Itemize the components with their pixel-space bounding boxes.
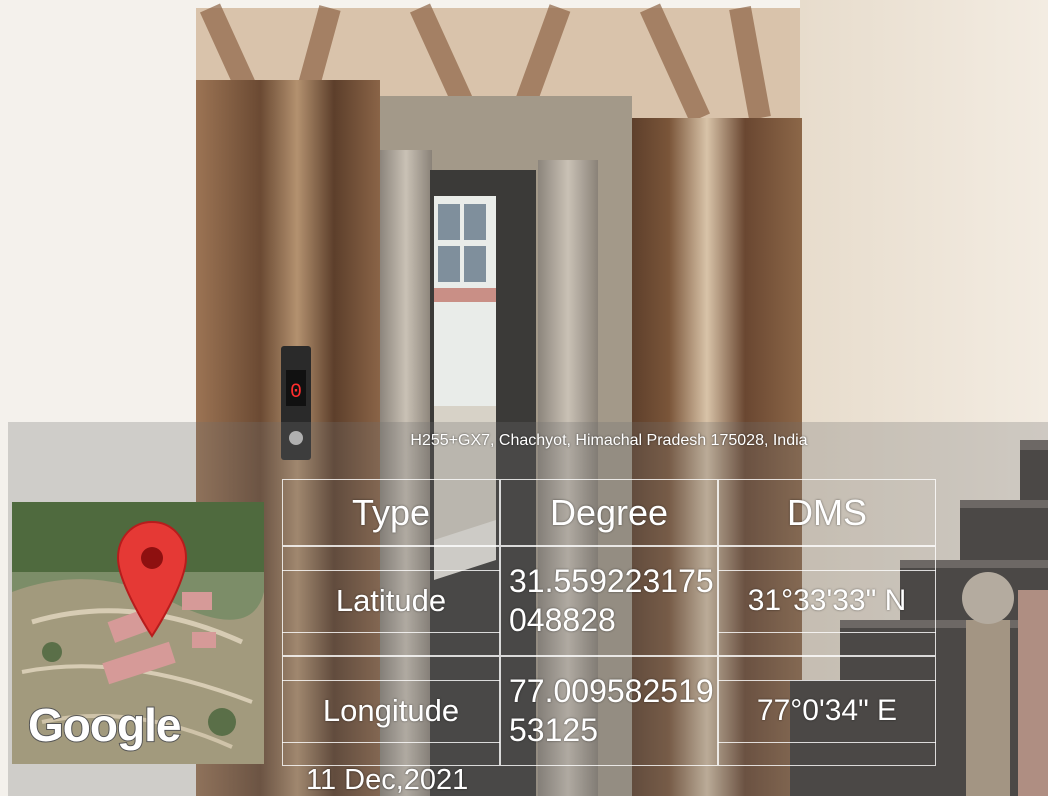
longitude-dms: 77°0'34" E (718, 656, 936, 766)
latitude-label: Latitude (282, 546, 500, 656)
floor-indicator: 0 (290, 381, 302, 404)
google-logo: Google (27, 698, 182, 752)
latitude-degree: 31.559223175048828 (500, 546, 718, 656)
capture-date: 11 Dec,2021 (306, 764, 469, 796)
longitude-label: Longitude (282, 656, 500, 766)
longitude-degree: 77.00958251953125 (500, 656, 718, 766)
map-thumbnail: Google (12, 502, 264, 764)
header-dms: DMS (718, 479, 936, 546)
location-pin-icon (116, 520, 188, 638)
header-degree: Degree (500, 479, 718, 546)
address-text: H255+GX7, Chachyot, Himachal Pradesh 175… (410, 432, 808, 449)
latitude-dms: 31°33'33" N (718, 546, 936, 656)
header-type: Type (282, 479, 500, 546)
coordinates-table: Type Degree DMS Latitude 31.559223175048… (282, 479, 936, 767)
